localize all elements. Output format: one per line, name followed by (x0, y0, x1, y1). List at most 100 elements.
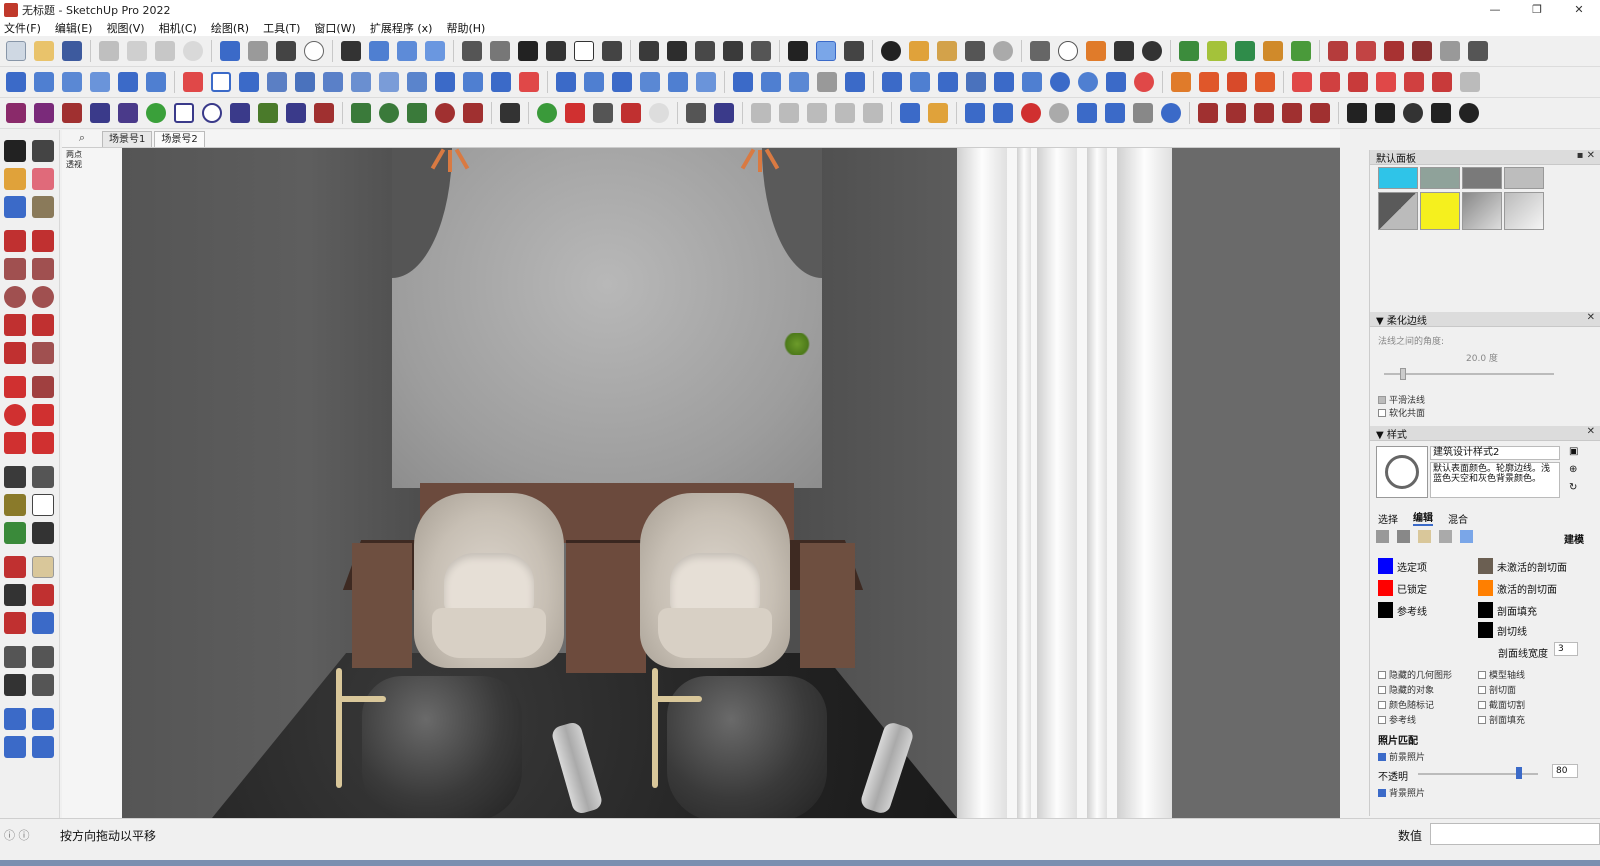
red-cross-2-icon[interactable] (1320, 72, 1340, 92)
curve-purple-1-icon[interactable] (6, 103, 26, 123)
extension-box-yellow-icon[interactable] (1207, 41, 1227, 61)
pie-icon[interactable] (32, 342, 54, 364)
undo-icon[interactable] (220, 41, 240, 61)
color-active-section[interactable]: 激活的剖切面 (1478, 580, 1557, 596)
swatch-inactive-section[interactable] (1478, 558, 1493, 574)
axes-icon[interactable] (4, 522, 26, 544)
smooth-normals-checkbox[interactable]: 平滑法线 (1378, 393, 1425, 406)
offset-icon[interactable] (32, 432, 54, 454)
swatch-section-fill[interactable] (1478, 602, 1493, 618)
push-pull-blue-icon[interactable] (239, 72, 259, 92)
sandbox-2-icon[interactable] (32, 708, 54, 730)
text-tool-icon[interactable] (32, 494, 54, 516)
swap-orange-icon[interactable] (928, 103, 948, 123)
check-section-planes[interactable]: 剖切面 (1478, 683, 1516, 696)
cube-icon[interactable] (640, 72, 660, 92)
frame-icon[interactable] (994, 72, 1014, 92)
menu-extensions[interactable]: 扩展程序 (x) (370, 20, 433, 36)
move-icon[interactable] (4, 376, 26, 398)
menu-edit[interactable]: 编辑(E) (55, 20, 93, 36)
front-view-icon[interactable] (425, 41, 445, 61)
tag-tool-icon[interactable] (32, 196, 54, 218)
swatch-section-cut[interactable] (1478, 622, 1493, 638)
material-swatch-tile[interactable] (1462, 167, 1502, 189)
style-thumbnail[interactable] (1376, 446, 1428, 498)
swatch-locked[interactable] (1378, 580, 1393, 596)
position-camera-icon[interactable] (4, 646, 26, 668)
layers-icon[interactable] (751, 41, 771, 61)
scale-tool-icon[interactable] (4, 432, 26, 454)
cloud-4-icon[interactable] (966, 72, 986, 92)
material-swatch-stone[interactable] (1504, 167, 1544, 189)
swatch-selected[interactable] (1378, 558, 1393, 574)
three-point-arc-icon[interactable] (4, 342, 26, 364)
terrain-icon[interactable] (937, 41, 957, 61)
zoom-extents-icon[interactable] (4, 612, 26, 634)
cloud-upload-icon[interactable] (993, 41, 1013, 61)
menu-file[interactable]: 文件(F) (4, 20, 41, 36)
download-circle-icon[interactable] (1078, 72, 1098, 92)
cart-icon[interactable] (1114, 41, 1134, 61)
move-up-icon[interactable] (556, 72, 576, 92)
menu-draw[interactable]: 绘图(R) (211, 20, 249, 36)
push-pull-icon[interactable] (32, 376, 54, 398)
render-region-icon[interactable] (1133, 103, 1153, 123)
select-icon[interactable] (4, 140, 26, 162)
arc-icon[interactable] (4, 314, 26, 336)
erase-selection-icon[interactable] (183, 41, 203, 61)
disabled-4-icon[interactable] (807, 103, 827, 123)
polyline-green-icon[interactable] (258, 103, 278, 123)
cloud-3-icon[interactable] (938, 72, 958, 92)
orbit-icon[interactable] (4, 556, 26, 578)
open-file-icon[interactable] (6, 72, 26, 92)
top-view-icon[interactable] (397, 41, 417, 61)
soften-edges-header[interactable]: ▼ 柔化边线 ✕ (1370, 312, 1600, 327)
hook-icon[interactable] (714, 103, 734, 123)
scene-tab-2[interactable]: 场景号2 (154, 131, 205, 147)
extension-manager-icon[interactable] (844, 41, 864, 61)
modeling-settings-icon[interactable] (1460, 530, 1473, 543)
check-guides[interactable]: 参考线 (1378, 713, 1416, 726)
model-viewport[interactable]: 两点 透视 (62, 148, 1340, 818)
soften-coplanar-checkbox[interactable]: 软化共面 (1378, 406, 1425, 419)
dotted-box-icon[interactable] (668, 72, 688, 92)
cog-blue-icon[interactable] (1106, 72, 1126, 92)
rotate-tool-icon[interactable] (4, 404, 26, 426)
arc-blue-icon[interactable] (733, 72, 753, 92)
orange-stack-icon[interactable] (1199, 72, 1219, 92)
pause-icon[interactable] (993, 103, 1013, 123)
materials-icon[interactable] (695, 41, 715, 61)
extension-dark-icon[interactable] (1468, 41, 1488, 61)
offset-blue-icon[interactable] (435, 72, 455, 92)
account-icon[interactable] (1142, 41, 1162, 61)
red-cross-1-icon[interactable] (1292, 72, 1312, 92)
record-icon[interactable] (1021, 103, 1041, 123)
scene-tab-1[interactable]: 场景号1 (102, 131, 153, 147)
cut-line-icon[interactable] (407, 72, 427, 92)
check-section-fill[interactable]: 剖面填充 (1478, 713, 1525, 726)
material-swatch-gray[interactable] (1378, 192, 1418, 230)
export-icon[interactable] (62, 72, 82, 92)
material-swatch-metal[interactable] (1462, 192, 1502, 230)
warehouse-icon[interactable] (788, 41, 808, 61)
xray-icon[interactable] (462, 41, 482, 61)
section-width-input[interactable]: 3 (1554, 642, 1578, 656)
paint-bucket-icon[interactable] (4, 168, 26, 190)
check-foreground-photo[interactable]: 前景照片 (1378, 750, 1425, 763)
arc-green-icon[interactable] (146, 103, 166, 123)
flip-icon[interactable] (146, 72, 166, 92)
split-red-icon[interactable] (1282, 103, 1302, 123)
red-line-2-icon[interactable] (1404, 72, 1424, 92)
sandbox-4-icon[interactable] (32, 736, 54, 758)
rect-navy-icon[interactable] (174, 103, 194, 123)
color-guides[interactable]: 参考线 (1378, 602, 1427, 618)
cross-box-red-icon[interactable] (1226, 103, 1246, 123)
curve-red-icon[interactable] (62, 103, 82, 123)
red-line-1-icon[interactable] (1376, 72, 1396, 92)
maximize-button[interactable]: ❐ (1516, 0, 1558, 19)
red-square-icon[interactable] (1432, 72, 1452, 92)
styles-icon[interactable] (723, 41, 743, 61)
watermark-settings-icon[interactable] (1439, 530, 1452, 543)
menu-camera[interactable]: 相机(C) (159, 20, 197, 36)
pencil-icon[interactable] (4, 230, 26, 252)
